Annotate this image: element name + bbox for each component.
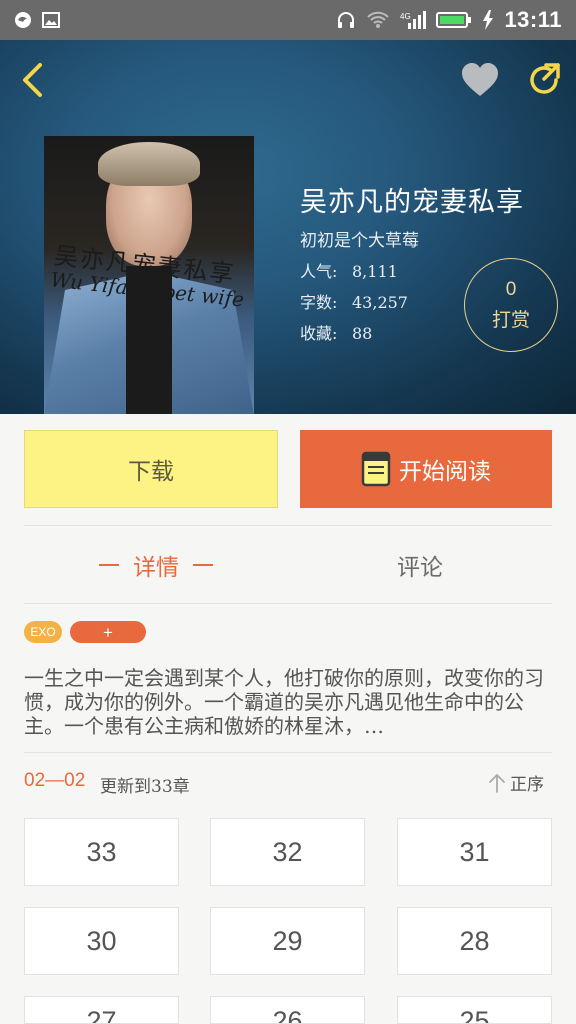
download-label: 下载: [128, 459, 174, 485]
book-author: 初初是个大草莓: [300, 231, 419, 251]
chapter-button[interactable]: 25: [397, 996, 552, 1024]
cover-hair-art: [98, 142, 200, 186]
stat-value: 88: [352, 324, 373, 343]
share-icon: [530, 63, 560, 94]
tab-details-label: 详情: [133, 555, 179, 581]
chapter-button[interactable]: 32: [210, 818, 365, 886]
heart-icon: [462, 63, 498, 96]
start-reading-button[interactable]: 开始阅读: [300, 430, 552, 508]
tip-count: 0: [505, 278, 517, 300]
sort-order-button[interactable]: 正序: [488, 770, 544, 795]
tab-indicator-right: [193, 564, 213, 566]
tip-button[interactable]: 0 打赏: [464, 258, 558, 352]
add-tag-button[interactable]: +: [70, 621, 146, 643]
chapter-button[interactable]: 30: [24, 907, 179, 975]
back-button[interactable]: [12, 60, 52, 100]
battery-icon: [436, 12, 472, 28]
update-status: 更新到33章: [100, 777, 190, 797]
sort-order-label: 正序: [510, 775, 544, 795]
divider: [24, 603, 552, 604]
update-date: 02—02: [24, 770, 86, 791]
stat-label: 收藏:: [300, 324, 338, 343]
tab-comments[interactable]: 评论: [288, 527, 552, 603]
tab-comments-label: 评论: [397, 555, 443, 581]
notification-app-icon: [15, 12, 31, 28]
book-cover: 吴亦凡宠妻私享 Wu Yifan's pet wife: [44, 136, 254, 414]
stat-label: 人气:: [300, 262, 338, 281]
chapter-number: 26: [272, 1006, 303, 1024]
synopsis[interactable]: 一生之中一定会遇到某个人，他打破你的原则，改变你的习惯，成为你的例外。一个霸道的…: [24, 666, 552, 738]
favorite-button[interactable]: [458, 58, 502, 102]
gallery-icon: [42, 12, 60, 28]
chapter-button[interactable]: 33: [24, 818, 179, 886]
tab-indicator-left: [99, 564, 119, 566]
divider: [24, 752, 552, 753]
chapter-button[interactable]: 27: [24, 996, 179, 1024]
svg-text:4G: 4G: [400, 12, 411, 21]
download-button[interactable]: 下载: [24, 430, 278, 508]
charging-icon: [483, 10, 494, 30]
tag-chip[interactable]: EXO: [24, 621, 62, 643]
stat-word-count: 字数: 43,257: [300, 289, 408, 313]
chapter-number: 25: [459, 1006, 490, 1024]
status-bar: 4G 13:11: [0, 0, 576, 40]
book-icon: [361, 451, 391, 487]
status-time: 13:11: [504, 7, 562, 32]
chapter-button[interactable]: 31: [397, 818, 552, 886]
stat-favorites: 收藏: 88: [300, 320, 372, 344]
chapter-button[interactable]: 26: [210, 996, 365, 1024]
tab-details[interactable]: 详情: [24, 527, 288, 603]
chapter-button[interactable]: 29: [210, 907, 365, 975]
sort-up-icon: [489, 773, 505, 793]
stat-value: 43,257: [352, 293, 408, 312]
book-header: 吴亦凡宠妻私享 Wu Yifan's pet wife 吴亦凡的宠妻私享 初初是…: [0, 40, 576, 414]
book-title: 吴亦凡的宠妻私享: [300, 187, 524, 218]
stat-value: 8,111: [352, 262, 398, 281]
chapter-number: 27: [86, 1006, 117, 1024]
status-right: 4G 13:11: [336, 7, 562, 33]
back-icon: [23, 63, 42, 97]
share-button[interactable]: [522, 58, 566, 102]
wifi-icon: [367, 11, 390, 28]
stat-popularity: 人气: 8,111: [300, 258, 398, 282]
status-left: [14, 11, 60, 29]
tip-label: 打赏: [491, 308, 530, 331]
chapter-button[interactable]: 28: [397, 907, 552, 975]
start-reading-label: 开始阅读: [399, 459, 491, 485]
signal-icon: 4G: [400, 11, 427, 29]
stat-label: 字数:: [300, 293, 338, 312]
headphones-icon: [338, 12, 355, 28]
divider: [24, 525, 552, 526]
